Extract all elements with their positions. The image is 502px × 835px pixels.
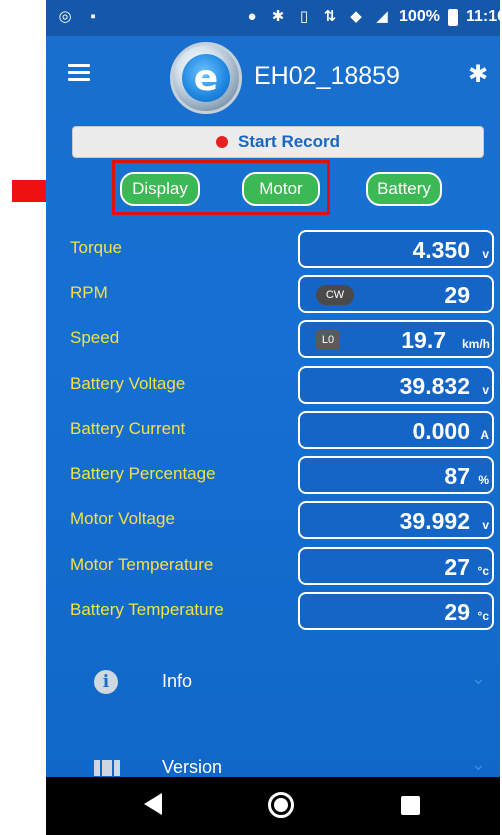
back-icon[interactable] [144,793,162,815]
reading-value-box: 39.992 v [298,501,494,539]
reading-value-box: 4.350 v [298,230,494,268]
reading-label: Motor Voltage [70,509,175,528]
chevron-down-icon: ⌄ [470,668,486,688]
reading-value-box: 39.832 v [298,366,494,404]
reading-value: 39.992 [399,508,470,534]
reading-label: Battery Voltage [70,374,186,393]
reading-value: 19.7 [401,327,446,353]
reading-label: Battery Percentage [70,464,216,483]
vibrate-icon: ▯ [299,8,309,25]
wifi-icon: ◆ [350,8,362,25]
tab-battery[interactable]: Battery [366,172,442,206]
chevron-down-icon: ⌄ [470,754,486,774]
red-highlight-box-annotation [112,160,330,215]
home-icon[interactable] [268,792,294,818]
reading-label: Battery Temperature [70,600,224,619]
data-transfer-icon: ⇅ [323,8,337,25]
menu-item-label: Version [162,757,223,777]
reading-value-box: 0.000 A [298,411,494,449]
hamburger-menu-icon[interactable] [68,64,90,82]
reading-label: Motor Temperature [70,555,214,574]
reading-unit: v [482,247,489,261]
reading-label: Speed [70,328,120,347]
reading-value: 87 [444,463,470,489]
reading-unit: °c [477,609,489,623]
bluetooth-icon[interactable]: ✱ [468,60,488,89]
no-sim-icon: ◢ [376,8,388,25]
status-bar: ◎ ▪ ● ✱ ▯ ⇅ ◆ ◢ 100% 11:16 [46,0,500,36]
reading-value-box: L0 19.7 km/h [298,320,494,358]
reading-value: 0.000 [412,418,470,444]
reading-row-rpm: RPM CW 29 [46,275,500,313]
device-name: EH02_18859 [254,62,400,90]
bluetooth-status-icon: ✱ [271,8,285,25]
info-icon: i [94,670,118,694]
reading-value: 39.832 [399,373,470,399]
app-notification-icon: ◎ [58,8,72,25]
reading-value-box: CW 29 [298,275,494,313]
reading-unit: v [482,518,489,532]
reading-value: 29 [444,282,470,308]
start-record-button[interactable]: Start Record [72,126,484,158]
version-icon [94,760,120,776]
level-chip: L0 [316,330,340,350]
reading-value-box: 87 % [298,456,494,494]
direction-chip: CW [316,285,354,305]
android-nav-bar [46,777,500,835]
battery-icon [447,8,458,26]
menu-item-label: Info [162,671,193,691]
app-bar: e EH02_18859 ✱ [46,36,500,116]
reading-unit: km/h [461,337,490,351]
reading-value: 27 [444,554,470,580]
battery-percent: 100% [399,8,440,25]
record-dot-icon [215,136,228,148]
start-record-label: Start Record [237,132,341,151]
reading-row-speed: Speed L0 19.7 km/h [46,320,500,358]
reading-unit: A [480,428,489,442]
reading-value-box: 29 °c [298,592,494,630]
reading-row-torque: Torque 4.350 v [46,230,500,268]
menu-item-info[interactable]: i Info ⌄ [46,662,500,702]
reading-row-motor-voltage: Motor Voltage 39.992 v [46,501,500,539]
screenshot-canvas: ◎ ▪ ● ✱ ▯ ⇅ ◆ ◢ 100% 11:16 e EH02_18 [0,0,502,835]
image-notification-icon: ▪ [90,8,96,25]
reading-label: Battery Current [70,419,186,438]
reading-row-battery-temperature: Battery Temperature 29 °c [46,592,500,630]
reading-value-box: 27 °c [298,547,494,585]
reading-unit: v [482,383,489,397]
clock: 11:16 [465,8,500,25]
reading-row-battery-current: Battery Current 0.000 A [46,411,500,449]
reading-row-battery-percentage: Battery Percentage 87 % [46,456,500,494]
reading-label: Torque [70,238,122,257]
reading-value: 29 [444,599,470,625]
reading-label: RPM [70,283,108,302]
reading-unit: % [478,473,489,487]
app-logo: e [170,42,242,114]
phone-screen: ◎ ▪ ● ✱ ▯ ⇅ ◆ ◢ 100% 11:16 e EH02_18 [46,0,500,835]
reading-row-motor-temperature: Motor Temperature 27 °c [46,547,500,585]
reading-row-battery-voltage: Battery Voltage 39.832 v [46,366,500,404]
reading-value: 4.350 [412,237,470,263]
reading-unit: °c [477,564,489,578]
location-icon: ● [247,8,257,25]
recent-apps-icon[interactable] [401,796,420,815]
